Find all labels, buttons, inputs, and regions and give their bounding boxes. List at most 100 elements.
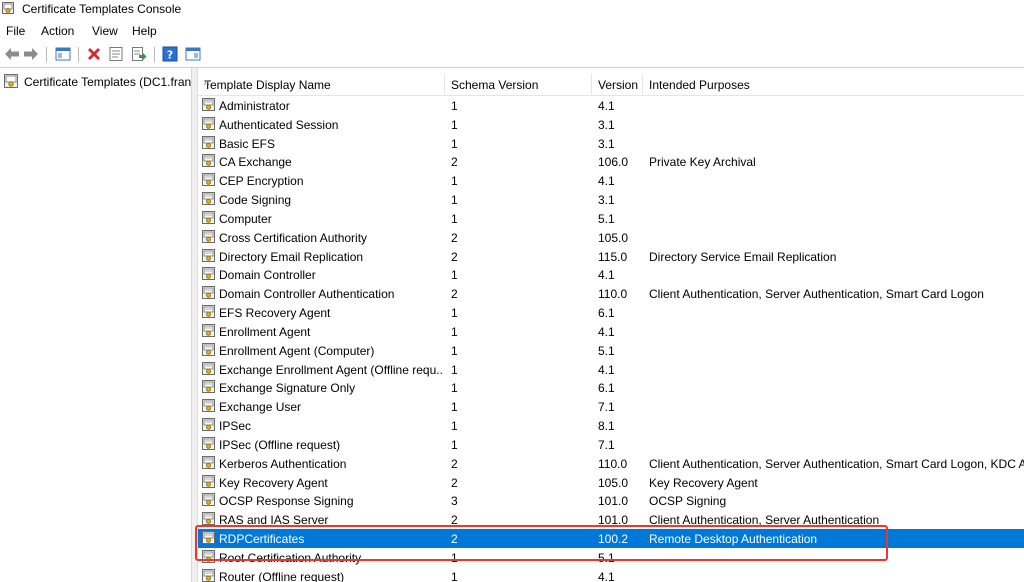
column-header-version[interactable]: Version — [592, 74, 643, 95]
export-list-button[interactable] — [130, 45, 148, 63]
template-name: Code Signing — [219, 193, 292, 208]
certificate-template-icon — [202, 568, 215, 582]
tree-item-certificate-templates[interactable]: Certificate Templates (DC1.frank — [2, 73, 191, 91]
certificate-template-icon — [202, 192, 215, 206]
template-name: Kerberos Authentication — [219, 456, 347, 471]
version: 3.1 — [598, 193, 615, 208]
schema-version: 1 — [451, 569, 458, 582]
table-row[interactable]: CA Exchange 2 106.0 Private Key Archival — [198, 152, 1024, 171]
version: 105.0 — [598, 475, 629, 490]
schema-version: 1 — [451, 306, 458, 321]
table-row[interactable]: IPSec 1 8.1 — [198, 416, 1024, 435]
certificate-template-icon — [202, 399, 215, 413]
template-name: Cross Certification Authority — [219, 230, 368, 245]
version: 110.0 — [598, 287, 628, 302]
table-row[interactable]: Enrollment Agent 1 4.1 — [198, 322, 1024, 341]
menu-help[interactable]: Help — [132, 24, 157, 38]
certificate-template-icon — [202, 286, 215, 300]
version: 105.0 — [598, 230, 629, 245]
template-name: CA Exchange — [219, 155, 292, 170]
table-row[interactable]: Domain Controller Authentication 2 110.0 Cl… — [198, 284, 1024, 303]
certificate-template-icon — [202, 418, 215, 432]
schema-version: 2 — [451, 475, 458, 490]
table-row[interactable]: Exchange Signature Only 1 6.1 — [198, 378, 1024, 397]
delete-x-icon — [88, 48, 100, 60]
table-row[interactable]: Domain Controller 1 4.1 — [198, 265, 1024, 284]
menu-view[interactable]: View — [92, 24, 118, 38]
certificate-template-icon — [202, 323, 215, 337]
intended-purposes: Client Authentication, Server Authentica… — [649, 456, 1024, 471]
version: 100.2 — [598, 532, 629, 547]
window-title: Certificate Templates Console — [22, 2, 182, 16]
template-name: Exchange User — [219, 400, 302, 415]
template-name: OCSP Response Signing — [219, 494, 354, 509]
template-name: Administrator — [219, 99, 290, 113]
version: 4.1 — [598, 324, 615, 339]
certificate-template-icon — [202, 493, 215, 507]
table-row[interactable]: Exchange User 1 7.1 — [198, 397, 1024, 416]
schema-version: 1 — [451, 437, 458, 452]
show-hide-console-tree-button[interactable] — [54, 45, 72, 63]
intended-purposes: Private Key Archival — [649, 155, 756, 170]
table-row[interactable]: Enrollment Agent (Computer) 1 5.1 — [198, 341, 1024, 360]
column-header-schema-version[interactable]: Schema Version — [445, 74, 592, 95]
schema-version: 2 — [451, 456, 458, 471]
schema-version: 1 — [451, 193, 458, 208]
table-row[interactable]: EFS Recovery Agent 1 6.1 — [198, 303, 1024, 322]
template-name: IPSec — [219, 419, 252, 434]
table-row[interactable]: OCSP Response Signing 3 101.0 OCSP Signing — [198, 491, 1024, 510]
certificate-template-icon — [202, 436, 215, 450]
table-row[interactable]: IPSec (Offline request) 1 7.1 — [198, 435, 1024, 454]
table-row[interactable]: Authenticated Session 1 3.1 — [198, 115, 1024, 134]
version: 4.1 — [598, 268, 615, 283]
certificate-template-icon — [202, 361, 215, 375]
menu-action[interactable]: Action — [41, 24, 74, 38]
template-name: RDPCertificates — [219, 532, 305, 547]
properties-button[interactable] — [107, 45, 125, 63]
table-row[interactable]: Key Recovery Agent 2 105.0 Key Recovery Age… — [198, 473, 1024, 492]
table-row[interactable]: Computer 1 5.1 — [198, 209, 1024, 228]
table-row[interactable]: Router (Offline request) 1 4.1 — [198, 567, 1024, 582]
console-tree: Certificate Templates (DC1.frank — [0, 68, 192, 582]
table-row[interactable]: Administrator 1 4.1 — [198, 96, 1024, 115]
template-name: Authenticated Session — [219, 117, 339, 132]
template-name: Exchange Enrollment Agent (Offline requ.… — [219, 362, 443, 377]
table-row[interactable]: Cross Certification Authority 2 105.0 — [198, 228, 1024, 247]
version: 4.1 — [598, 99, 615, 113]
toolbar-separator — [78, 47, 79, 62]
table-row[interactable]: Code Signing 1 3.1 — [198, 190, 1024, 209]
help-button[interactable]: ? — [161, 45, 179, 63]
menu-file[interactable]: File — [6, 24, 25, 38]
column-header-label: Intended Purposes — [649, 78, 750, 92]
certificate-template-icon — [202, 154, 215, 168]
template-name: Enrollment Agent — [219, 324, 311, 339]
schema-version: 1 — [451, 381, 458, 396]
table-row[interactable]: Exchange Enrollment Agent (Offline requ.… — [198, 360, 1024, 379]
schema-version: 1 — [451, 419, 458, 434]
table-row[interactable]: Root Certification Authority 1 5.1 — [198, 548, 1024, 567]
table-row[interactable]: Basic EFS 1 3.1 — [198, 134, 1024, 153]
table-row[interactable]: RDPCertificates 2 100.2 Remote Desktop Auth… — [198, 529, 1024, 549]
table-row[interactable]: Kerberos Authentication 2 110.0 Client Auth… — [198, 454, 1024, 473]
back-button[interactable] — [3, 45, 21, 63]
certificate-template-icon — [202, 229, 215, 243]
version: 6.1 — [598, 306, 615, 321]
column-header-intended-purposes[interactable]: Intended Purposes — [643, 74, 1024, 95]
console-tree-icon — [55, 47, 71, 61]
table-row[interactable]: RAS and IAS Server 2 101.0 Client Authentic… — [198, 510, 1024, 529]
template-name: RAS and IAS Server — [219, 513, 329, 528]
forward-button[interactable] — [22, 45, 40, 63]
table-row[interactable]: CEP Encryption 1 4.1 — [198, 171, 1024, 190]
column-header-template-display-name[interactable]: Template Display Name ^ — [198, 74, 445, 95]
version: 4.1 — [598, 174, 615, 189]
schema-version: 1 — [451, 211, 458, 226]
certificate-template-icon — [202, 549, 215, 563]
certificate-templates-icon — [4, 74, 18, 88]
version: 110.0 — [598, 456, 628, 471]
show-hide-action-pane-button[interactable] — [184, 45, 202, 63]
certificate-template-icon — [202, 173, 215, 187]
table-row[interactable]: Directory Email Replication 2 115.0 Directo… — [198, 247, 1024, 266]
template-name: Directory Email Replication — [219, 249, 364, 264]
delete-button[interactable] — [85, 45, 103, 63]
schema-version: 2 — [451, 230, 458, 245]
